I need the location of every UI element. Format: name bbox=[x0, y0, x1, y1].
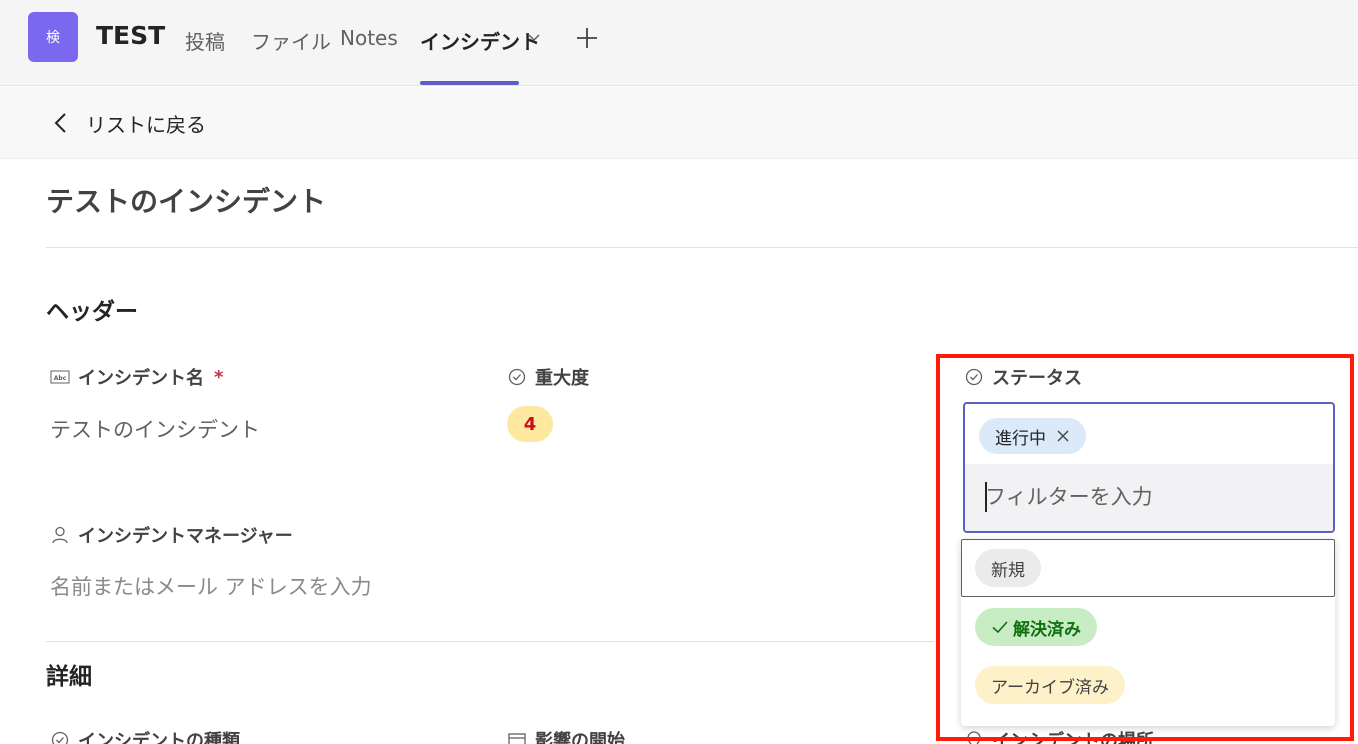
tab-incidents[interactable]: インシデント bbox=[420, 26, 540, 55]
required-mark: * bbox=[214, 366, 224, 388]
incident-location-label: インシデントの場所 bbox=[964, 727, 1154, 744]
incident-name-label-text: インシデント名 bbox=[78, 368, 204, 389]
severity-badge[interactable]: 4 bbox=[507, 406, 553, 442]
option-new-chip[interactable]: 新規 bbox=[975, 549, 1041, 587]
incident-manager-input[interactable]: 名前またはメール アドレスを入力 bbox=[50, 571, 372, 601]
filter-area bbox=[965, 464, 1333, 531]
person-icon bbox=[52, 526, 68, 544]
option-resolved-label: 解決済み bbox=[1013, 619, 1081, 640]
checkmark-icon bbox=[992, 621, 1008, 634]
section-details-title: 詳細 bbox=[46, 664, 92, 690]
svg-text:Abc: Abc bbox=[54, 375, 67, 382]
divider bbox=[46, 641, 934, 642]
chevron-left-icon[interactable] bbox=[52, 111, 70, 135]
option-resolved-chip[interactable]: 解決済み bbox=[975, 608, 1097, 646]
choice-icon bbox=[51, 731, 69, 744]
option-archived-chip[interactable]: アーカイブ済み bbox=[975, 666, 1125, 704]
tab-files[interactable]: ファイル bbox=[251, 26, 331, 55]
incident-name-label: Abc インシデント名 * bbox=[50, 364, 223, 390]
selected-chips: 進行中 bbox=[979, 418, 1086, 454]
chevron-down-icon[interactable] bbox=[527, 30, 541, 44]
incident-type-label: インシデントの種類 bbox=[50, 727, 240, 744]
incident-type-label-text: インシデントの種類 bbox=[78, 731, 240, 744]
page-title: テストのインシデント bbox=[46, 185, 327, 218]
back-bar: リストに戻る bbox=[0, 87, 1358, 159]
incident-manager-label: インシデントマネージャー bbox=[50, 522, 293, 548]
incident-name-value[interactable]: テストのインシデント bbox=[50, 414, 260, 444]
status-label: ステータス bbox=[964, 364, 1082, 390]
location-icon bbox=[967, 731, 981, 744]
incident-manager-label-text: インシデントマネージャー bbox=[78, 526, 293, 547]
divider bbox=[46, 247, 1358, 248]
impact-start-label-text: 影響の開始 bbox=[535, 731, 625, 744]
choice-icon bbox=[508, 368, 526, 386]
status-combobox[interactable]: 進行中 bbox=[963, 402, 1335, 533]
selected-status-chip: 進行中 bbox=[979, 418, 1086, 454]
team-avatar[interactable]: 検 bbox=[28, 12, 78, 62]
status-label-text: ステータス bbox=[992, 368, 1082, 389]
back-to-list-link[interactable]: リストに戻る bbox=[86, 109, 206, 138]
section-header-title: ヘッダー bbox=[46, 299, 138, 325]
team-name: TEST bbox=[96, 21, 166, 50]
tab-notes[interactable]: Notes bbox=[340, 26, 398, 50]
remove-chip-icon[interactable] bbox=[1056, 429, 1070, 443]
incident-location-label-text: インシデントの場所 bbox=[992, 731, 1154, 744]
active-tab-indicator bbox=[420, 81, 519, 85]
status-options-list: 新規 解決済み アーカイブ済み bbox=[961, 539, 1335, 726]
team-tab-bar: 検 TEST 投稿 ファイル Notes インシデント bbox=[0, 0, 1358, 86]
tab-posts[interactable]: 投稿 bbox=[185, 26, 225, 55]
add-tab-icon[interactable] bbox=[575, 26, 599, 50]
text-field-icon: Abc bbox=[50, 370, 70, 384]
calendar-icon bbox=[508, 733, 526, 744]
impact-start-label: 影響の開始 bbox=[507, 727, 625, 744]
choice-icon bbox=[965, 368, 983, 386]
selected-status-chip-label: 進行中 bbox=[995, 428, 1046, 449]
severity-label-text: 重大度 bbox=[535, 368, 589, 389]
severity-label: 重大度 bbox=[507, 364, 589, 390]
status-filter-input[interactable] bbox=[985, 480, 1315, 514]
